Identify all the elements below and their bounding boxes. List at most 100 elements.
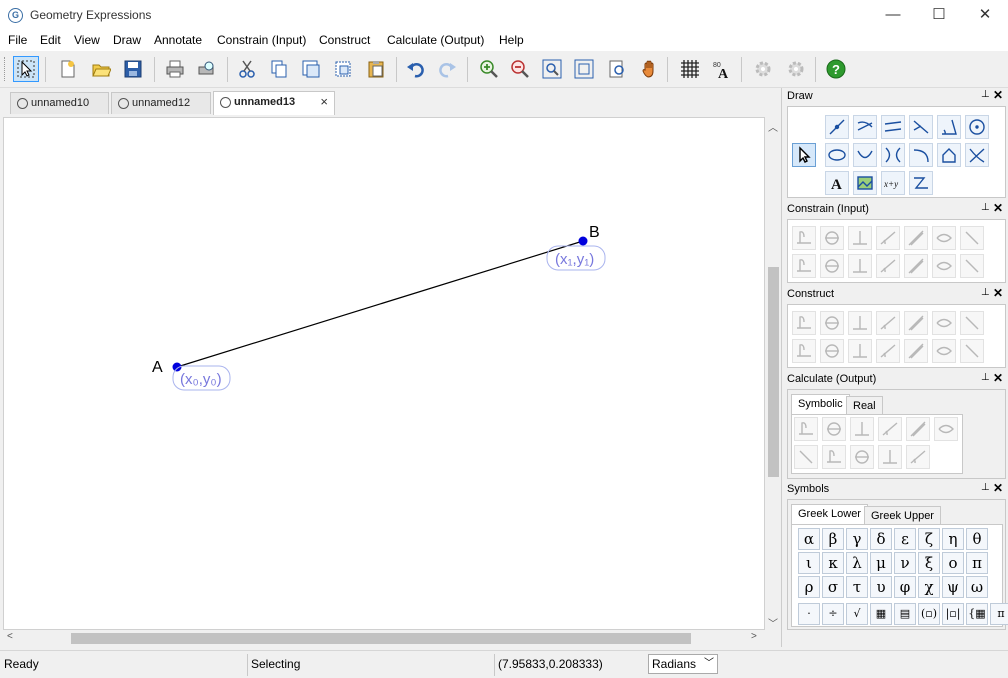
select-tool-button[interactable] <box>13 56 39 82</box>
select-arrow-button[interactable] <box>792 143 816 167</box>
draw-circle-center-button[interactable] <box>965 115 989 139</box>
draw-point-button[interactable] <box>825 115 849 139</box>
point-b[interactable] <box>578 236 588 246</box>
pin-icon[interactable]: ⊥ <box>981 287 990 298</box>
zoom-page-button[interactable] <box>604 56 630 82</box>
draw-ray-button[interactable] <box>909 115 933 139</box>
scroll-left-icon[interactable]: < <box>7 631 13 642</box>
symbol-button[interactable]: ψ <box>942 576 964 598</box>
draw-angle-button[interactable] <box>937 115 961 139</box>
draw-parabola-button[interactable] <box>909 143 933 167</box>
math-template-button[interactable]: ▦ <box>870 603 892 625</box>
construct-polygon-button[interactable] <box>792 339 816 363</box>
math-template-button[interactable]: π <box>990 603 1008 625</box>
calculate-perimeter-button[interactable] <box>822 445 846 469</box>
constrain-equal-angle-button[interactable] <box>848 254 872 278</box>
tab-greek-upper[interactable]: Greek Upper <box>864 506 941 524</box>
scroll-right-icon[interactable]: > <box>751 631 757 642</box>
symbol-button[interactable]: ι <box>798 552 820 574</box>
redo-button[interactable] <box>434 56 460 82</box>
draw-segment-button[interactable] <box>853 115 877 139</box>
scroll-down-icon[interactable]: ﹀ <box>768 615 778 630</box>
symbol-button[interactable]: ξ <box>918 552 940 574</box>
minimize-button[interactable]: — <box>870 0 916 31</box>
tab-unnamed10[interactable]: unnamed10 <box>10 92 109 114</box>
construct-angle-bisector-button[interactable] <box>876 311 900 335</box>
draw-ellipse-button[interactable] <box>825 143 849 167</box>
symbol-button[interactable]: υ <box>870 576 892 598</box>
calculate-implicit-button[interactable] <box>906 445 930 469</box>
symbol-button[interactable]: ρ <box>798 576 820 598</box>
tab-real[interactable]: Real <box>846 396 883 414</box>
copy-as-button[interactable] <box>298 56 324 82</box>
vertical-scrollbar[interactable]: ︿ ﹀ <box>765 117 781 630</box>
construct-reflection-button[interactable] <box>820 339 844 363</box>
panel-close-icon[interactable]: ✕ <box>993 481 1003 495</box>
paste-button[interactable] <box>363 56 389 82</box>
draw-picture-button[interactable] <box>853 171 877 195</box>
draw-line-button[interactable] <box>881 115 905 139</box>
symbol-button[interactable]: ε <box>894 528 916 550</box>
constrain-angle-button[interactable] <box>876 226 900 250</box>
calculate-angle-button[interactable] <box>850 417 874 441</box>
math-template-button[interactable]: ÷ <box>822 603 844 625</box>
panel-close-icon[interactable]: ✕ <box>993 88 1003 102</box>
menu-construct[interactable]: Construct <box>319 33 370 47</box>
calculate-polygon-area-button[interactable] <box>794 445 818 469</box>
grid-toggle-button[interactable] <box>677 56 703 82</box>
constrain-radius-button[interactable] <box>820 226 844 250</box>
draw-expression-button[interactable]: x+y <box>881 171 905 195</box>
draw-polygon-button[interactable] <box>937 143 961 167</box>
construct-dilation-button[interactable] <box>904 339 928 363</box>
constrain-point-proportional-button[interactable] <box>960 254 984 278</box>
font-settings-button[interactable]: 80 A <box>709 56 735 82</box>
symbol-button[interactable]: μ <box>870 552 892 574</box>
menu-constrain[interactable]: Constrain (Input) <box>217 33 306 47</box>
close-button[interactable]: ✕ <box>962 0 1008 31</box>
symbol-button[interactable]: ω <box>966 576 988 598</box>
symbol-button[interactable]: φ <box>894 576 916 598</box>
calculate-area-button[interactable] <box>906 417 930 441</box>
construct-intersection-button[interactable] <box>820 311 844 335</box>
pin-icon[interactable]: ⊥ <box>981 202 990 213</box>
scroll-up-icon[interactable]: ︿ <box>768 119 778 134</box>
symbol-button[interactable]: η <box>942 528 964 550</box>
draw-locus-button[interactable] <box>909 171 933 195</box>
draw-function-button[interactable] <box>965 143 989 167</box>
math-template-button[interactable]: · <box>798 603 820 625</box>
construct-tangent-button[interactable] <box>932 311 956 335</box>
constrain-perpendicular-button[interactable] <box>848 226 872 250</box>
draw-hyperbola-button[interactable] <box>881 143 905 167</box>
construct-perp-bisector-button[interactable] <box>960 311 984 335</box>
new-button[interactable] <box>55 56 81 82</box>
tab-unnamed12[interactable]: unnamed12 <box>111 92 211 114</box>
open-button[interactable] <box>88 56 114 82</box>
menu-file[interactable]: File <box>8 33 27 47</box>
draw-text-button[interactable]: A <box>825 171 849 195</box>
calculate-equation-button[interactable] <box>850 445 874 469</box>
calculate-slope-button[interactable] <box>878 417 902 441</box>
copy-button[interactable] <box>266 56 292 82</box>
symbol-button[interactable]: ο <box>942 552 964 574</box>
maximize-button[interactable]: ☐ <box>916 0 962 31</box>
print-button[interactable] <box>162 56 188 82</box>
symbol-button[interactable]: τ <box>846 576 868 598</box>
symbol-button[interactable]: λ <box>846 552 868 574</box>
tab-greek-lower[interactable]: Greek Lower <box>791 504 868 524</box>
segment-ab[interactable] <box>176 240 584 368</box>
horizontal-scroll-thumb[interactable] <box>71 633 691 644</box>
copy-image-button[interactable] <box>330 56 356 82</box>
tab-close-icon[interactable]: × <box>320 92 328 112</box>
animate-button[interactable] <box>750 56 776 82</box>
menu-calculate[interactable]: Calculate (Output) <box>387 33 484 47</box>
draw-arc-button[interactable] <box>853 143 877 167</box>
calculate-coordinates-button[interactable] <box>934 417 958 441</box>
zoom-out-button[interactable] <box>507 56 533 82</box>
settings-button[interactable] <box>783 56 809 82</box>
tab-unnamed13[interactable]: unnamed13 × <box>213 91 335 115</box>
panel-close-icon[interactable]: ✕ <box>993 201 1003 215</box>
print-preview-button[interactable] <box>193 56 219 82</box>
pin-icon[interactable]: ⊥ <box>981 89 990 100</box>
symbol-button[interactable]: θ <box>966 528 988 550</box>
construct-rotation-button[interactable] <box>876 339 900 363</box>
